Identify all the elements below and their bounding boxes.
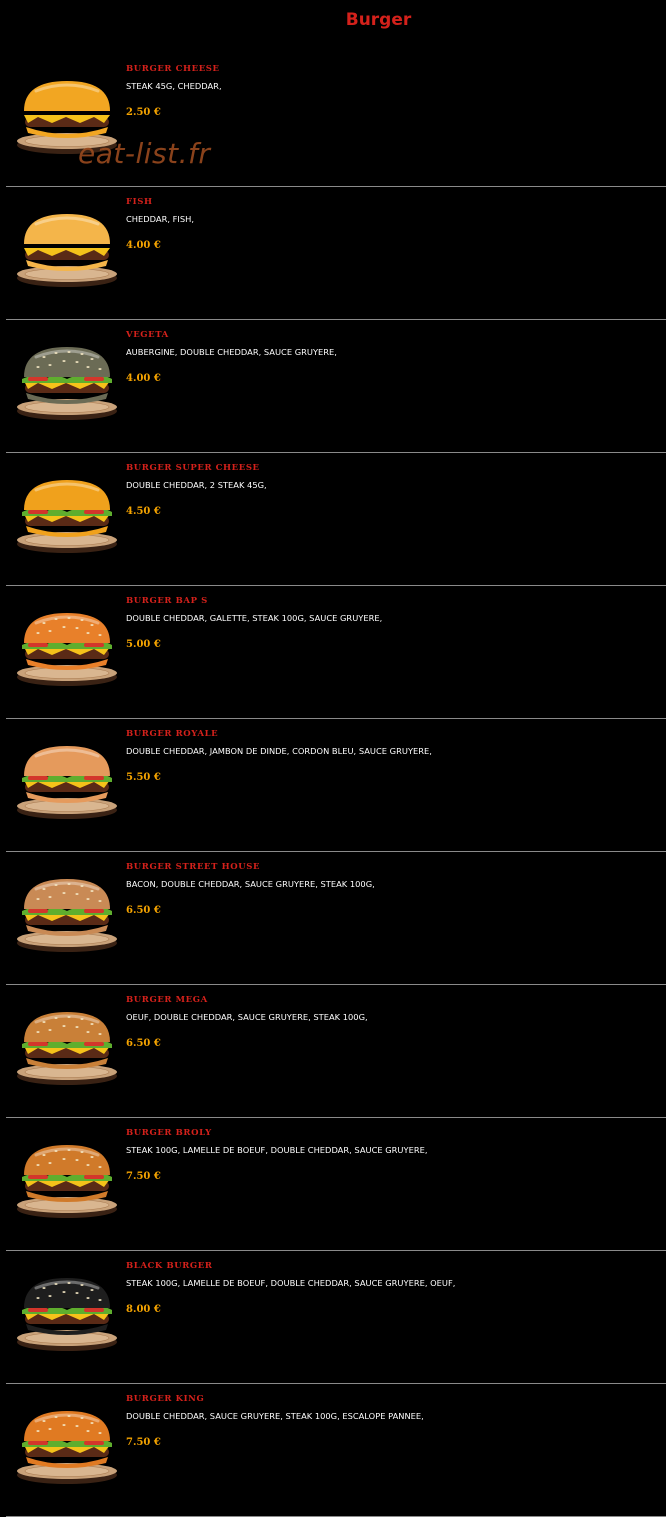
item-description: CHEDDAR, FISH,	[126, 214, 194, 224]
item-description: DOUBLE CHEDDAR, SAUCE GRUYERE, STEAK 100…	[126, 1411, 424, 1421]
burger-image	[14, 1274, 120, 1354]
item-name: BURGER CHEESE	[126, 64, 220, 74]
item-description: DOUBLE CHEDDAR, 2 STEAK 45G,	[126, 480, 267, 490]
item-name: BURGER STREET HOUSE	[126, 862, 261, 872]
item-name: BURGER KING	[126, 1394, 205, 1404]
item-description: AUBERGINE, DOUBLE CHEDDAR, SAUCE GRUYERE…	[126, 347, 337, 357]
item-name: BURGER MEGA	[126, 995, 208, 1005]
item-name: BURGER BAP S	[126, 596, 208, 606]
item-description: STEAK 100G, LAMELLE DE BOEUF, DOUBLE CHE…	[126, 1145, 428, 1155]
item-price: 7.50 €	[126, 1171, 161, 1182]
menu-item: VEGETA AUBERGINE, DOUBLE CHEDDAR, SAUCE G…	[0, 320, 666, 453]
item-description: DOUBLE CHEDDAR, GALETTE, STEAK 100G, SAU…	[126, 613, 383, 623]
burger-image	[14, 609, 120, 689]
burger-image	[14, 476, 120, 556]
menu-item: BURGER BROLY STEAK 100G, LAMELLE DE BOEUF…	[0, 1118, 666, 1251]
menu-item: BURGER MEGA OEUF, DOUBLE CHEDDAR, SAUCE G…	[0, 985, 666, 1118]
menu-item: BURGER KING DOUBLE CHEDDAR, SAUCE GRUYERE…	[0, 1384, 666, 1517]
item-name: BURGER ROYALE	[126, 729, 219, 739]
item-name: BURGER BROLY	[126, 1128, 212, 1138]
item-price: 4.50 €	[126, 506, 161, 517]
item-price: 6.50 €	[126, 905, 161, 916]
item-description: STEAK 45G, CHEDDAR,	[126, 81, 222, 91]
item-name: FISH	[126, 197, 153, 207]
menu-item: BURGER BAP S DOUBLE CHEDDAR, GALETTE, STE…	[0, 586, 666, 719]
item-price: 5.50 €	[126, 772, 161, 783]
burger-image	[14, 1141, 120, 1221]
item-price: 5.00 €	[126, 639, 161, 650]
burger-image	[14, 1407, 120, 1487]
item-name: VEGETA	[126, 330, 169, 340]
item-price: 6.50 €	[126, 1038, 161, 1049]
menu-list: BURGER CHEESE STEAK 45G, CHEDDAR, 2.50 € FI…	[0, 54, 666, 1517]
burger-image	[14, 875, 120, 955]
item-price: 2.50 €	[126, 107, 161, 118]
item-price: 8.00 €	[126, 1304, 161, 1315]
item-description: OEUF, DOUBLE CHEDDAR, SAUCE GRUYERE, STE…	[126, 1012, 368, 1022]
burger-image	[14, 210, 120, 290]
item-price: 7.50 €	[126, 1437, 161, 1448]
burger-image	[14, 343, 120, 423]
item-description: DOUBLE CHEDDAR, JAMBON DE DINDE, CORDON …	[126, 746, 432, 756]
burger-image	[14, 742, 120, 822]
menu-item: BURGER SUPER CHEESE DOUBLE CHEDDAR, 2 STE…	[0, 453, 666, 586]
item-name: BLACK BURGER	[126, 1261, 213, 1271]
menu-item: BURGER STREET HOUSE BACON, DOUBLE CHEDDAR…	[0, 852, 666, 985]
menu-item: FISH CHEDDAR, FISH, 4.00 €	[0, 187, 666, 320]
item-name: BURGER SUPER CHEESE	[126, 463, 260, 473]
item-description: BACON, DOUBLE CHEDDAR, SAUCE GRUYERE, ST…	[126, 879, 375, 889]
burger-image	[14, 1008, 120, 1088]
page-title: Burger	[345, 10, 412, 30]
watermark: eat-list.fr	[78, 137, 211, 170]
menu-item: BLACK BURGER STEAK 100G, LAMELLE DE BOEUF…	[0, 1251, 666, 1384]
item-price: 4.00 €	[126, 373, 161, 384]
menu-item: BURGER ROYALE DOUBLE CHEDDAR, JAMBON DE D…	[0, 719, 666, 852]
item-description: STEAK 100G, LAMELLE DE BOEUF, DOUBLE CHE…	[126, 1278, 456, 1288]
item-price: 4.00 €	[126, 240, 161, 251]
